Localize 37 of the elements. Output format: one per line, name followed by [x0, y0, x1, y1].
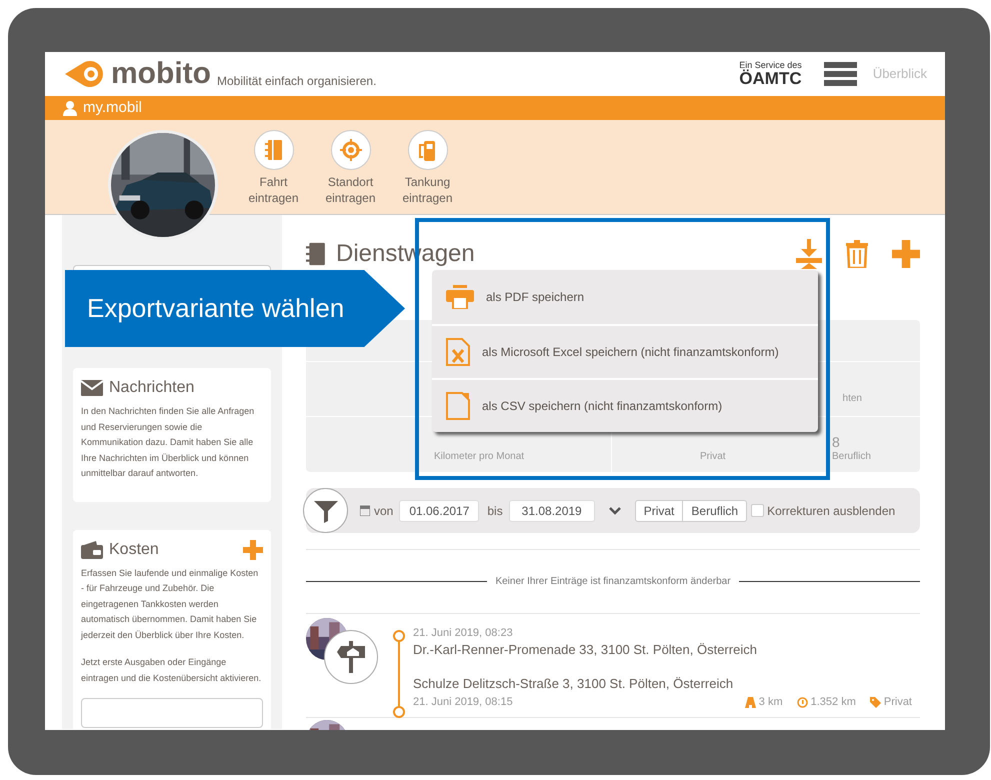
tagline: Mobilität einfach organisieren. — [216, 73, 376, 90]
stat-label: Privat — [700, 450, 727, 464]
quick-action-button[interactable]: Standort eintragen — [312, 130, 389, 214]
card-text: Jetzt erste Ausgaben oder Eingänge eintragen und die Kostenübersicht aktivieren. — [81, 656, 262, 685]
quick-action-button[interactable]: Fahrt eintragen — [235, 130, 312, 214]
quick-action-button[interactable]: Tankung eintragen — [389, 130, 466, 214]
card-title: Kosten — [109, 540, 159, 560]
start-address: Dr.-Karl-Renner-Promenade 33, 3100 St. Pölten, Österreich — [413, 641, 758, 659]
start-time: 21. Juni 2019, 08:23 — [413, 626, 514, 640]
partner-note: Ein Service des — [739, 61, 802, 70]
stat-label: hten — [842, 392, 862, 406]
card-title: Nachrichten — [109, 378, 194, 398]
stat-label: Beruflich — [832, 450, 871, 464]
from-label: von — [374, 502, 394, 520]
partner-logo: ÖAMTC — [739, 70, 802, 87]
stat-label: Kilometer pro Monat — [434, 450, 526, 464]
from-date-field[interactable]: 01.06.2017 — [399, 500, 480, 522]
end-address: Schulze Delitzsch-Straße 3, 3100 St. Pölten, Österreich — [413, 675, 734, 693]
export-menu-item[interactable]: als Microsoft Excel speichern (nicht finanzamtskonform) — [432, 324, 818, 378]
user-bar-label: my.mobil — [83, 98, 142, 118]
brand-name: mobito — [111, 59, 211, 89]
export-menu-item[interactable]: als PDF speichern — [432, 270, 818, 324]
callout-text: Exportvariante wählen — [87, 292, 344, 325]
export-menu-item[interactable]: als CSV speichern (nicht finanzamtskonform) — [432, 378, 818, 432]
category-text: Privat — [884, 695, 912, 710]
to-date-field[interactable]: 31.08.2019 — [508, 500, 595, 522]
card-text: Erfassen Sie laufende und einmalige Kosten - für Fahrzeuge und Zubehör. Die eingetragenen Tankkosten werden automatisch übernommen. Damit haben Sie jederzeit den Überblick über Ihre Kosten. — [81, 566, 260, 642]
to-label: bis — [487, 502, 503, 520]
odometer-text: 1.352 km — [810, 695, 856, 710]
segment-button[interactable]: Beruflich — [683, 500, 748, 522]
checkbox-label: Korrekturen ausblenden — [767, 502, 896, 520]
stat-value: 8 — [832, 435, 841, 449]
card-text: In den Nachrichten finden Sie alle Anfragen und Reservierungen sowie die Kommunikation dazu. Damit haben Sie alle Ihre Nachrichten im Überblick und können unmittelbar darauf antworten. — [81, 405, 256, 480]
notice-text: Keiner Ihrer Einträge ist finanzamtskonform änderbar — [495, 575, 731, 589]
end-time: 21. Juni 2019, 08:15 — [413, 695, 513, 710]
segment-button[interactable]: Privat — [634, 500, 684, 522]
distance-text: 3 km — [758, 695, 783, 710]
